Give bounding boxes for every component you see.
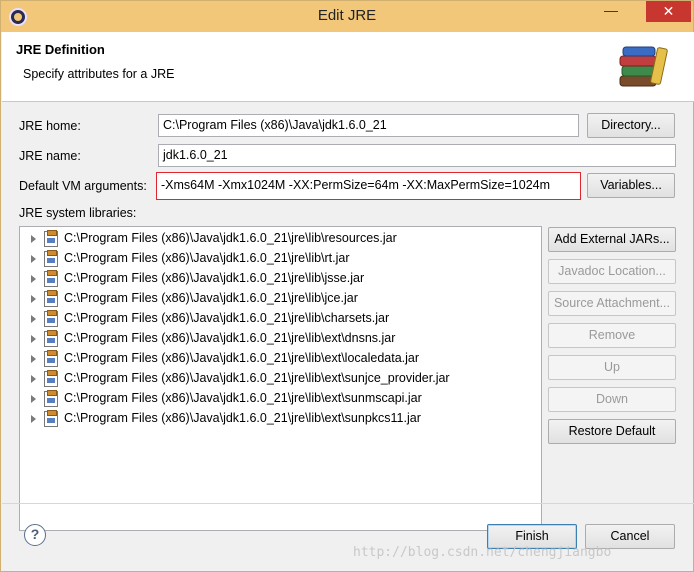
title-bar[interactable]: Edit JRE — ✕ xyxy=(1,1,693,32)
list-item[interactable]: C:\Program Files (x86)\Java\jdk1.6.0_21\… xyxy=(20,409,540,429)
library-path: C:\Program Files (x86)\Java\jdk1.6.0_21\… xyxy=(64,291,358,305)
source-attachment-button[interactable]: Source Attachment... xyxy=(548,291,676,316)
library-path: C:\Program Files (x86)\Java\jdk1.6.0_21\… xyxy=(64,271,365,285)
jar-file-icon xyxy=(44,310,58,327)
list-item[interactable]: C:\Program Files (x86)\Java\jdk1.6.0_21\… xyxy=(20,349,540,369)
jar-file-icon xyxy=(44,330,58,347)
library-books-icon xyxy=(619,46,668,87)
expand-arrow-icon[interactable] xyxy=(31,395,36,403)
vm-args-label: Default VM arguments: xyxy=(19,179,147,193)
expand-arrow-icon[interactable] xyxy=(31,415,36,423)
jre-home-label: JRE home: xyxy=(19,119,81,133)
footer-separator xyxy=(2,503,694,504)
library-path: C:\Program Files (x86)\Java\jdk1.6.0_21\… xyxy=(64,411,421,425)
jre-name-input[interactable]: jdk1.6.0_21 xyxy=(158,144,676,167)
library-path: C:\Program Files (x86)\Java\jdk1.6.0_21\… xyxy=(64,231,397,245)
library-path: C:\Program Files (x86)\Java\jdk1.6.0_21\… xyxy=(64,311,390,325)
expand-arrow-icon[interactable] xyxy=(31,295,36,303)
list-item[interactable]: C:\Program Files (x86)\Java\jdk1.6.0_21\… xyxy=(20,289,540,309)
library-path: C:\Program Files (x86)\Java\jdk1.6.0_21\… xyxy=(64,391,422,405)
add-external-jars-button[interactable]: Add External JARs... xyxy=(548,227,676,252)
jar-file-icon xyxy=(44,370,58,387)
jar-file-icon xyxy=(44,350,58,367)
expand-arrow-icon[interactable] xyxy=(31,375,36,383)
header-title: JRE Definition xyxy=(16,42,105,57)
list-item[interactable]: C:\Program Files (x86)\Java\jdk1.6.0_21\… xyxy=(20,309,540,329)
jar-file-icon xyxy=(44,230,58,247)
list-item[interactable]: C:\Program Files (x86)\Java\jdk1.6.0_21\… xyxy=(20,249,540,269)
variables-button[interactable]: Variables... xyxy=(587,173,675,198)
list-item[interactable]: C:\Program Files (x86)\Java\jdk1.6.0_21\… xyxy=(20,389,540,409)
close-button[interactable]: ✕ xyxy=(646,1,691,22)
edit-jre-dialog: Edit JRE — ✕ JRE Definition Specify attr… xyxy=(0,0,694,572)
expand-arrow-icon[interactable] xyxy=(31,275,36,283)
watermark-text: http://blog.csdn.net/chengjiangbo xyxy=(353,545,612,560)
libraries-tree[interactable]: C:\Program Files (x86)\Java\jdk1.6.0_21\… xyxy=(19,226,542,531)
library-path: C:\Program Files (x86)\Java\jdk1.6.0_21\… xyxy=(64,251,350,265)
expand-arrow-icon[interactable] xyxy=(31,355,36,363)
directory-button[interactable]: Directory... xyxy=(587,113,675,138)
expand-arrow-icon[interactable] xyxy=(31,335,36,343)
expand-arrow-icon[interactable] xyxy=(31,235,36,243)
restore-default-button[interactable]: Restore Default xyxy=(548,419,676,444)
list-item[interactable]: C:\Program Files (x86)\Java\jdk1.6.0_21\… xyxy=(20,369,540,389)
libraries-label: JRE system libraries: xyxy=(19,206,137,220)
jar-file-icon xyxy=(44,390,58,407)
jar-file-icon xyxy=(44,250,58,267)
library-path: C:\Program Files (x86)\Java\jdk1.6.0_21\… xyxy=(64,371,450,385)
minimize-button[interactable]: — xyxy=(598,1,624,23)
vm-args-input[interactable]: -Xms64M -Xmx1024M -XX:PermSize=64m -XX:M… xyxy=(156,172,581,200)
down-button[interactable]: Down xyxy=(548,387,676,412)
window-title: Edit JRE xyxy=(317,7,377,24)
list-item[interactable]: C:\Program Files (x86)\Java\jdk1.6.0_21\… xyxy=(20,269,540,289)
list-item[interactable]: C:\Program Files (x86)\Java\jdk1.6.0_21\… xyxy=(20,229,540,249)
javadoc-location-button[interactable]: Javadoc Location... xyxy=(548,259,676,284)
header-subtitle: Specify attributes for a JRE xyxy=(23,67,175,81)
jar-file-icon xyxy=(44,270,58,287)
remove-button[interactable]: Remove xyxy=(548,323,676,348)
jar-file-icon xyxy=(44,410,58,427)
expand-arrow-icon[interactable] xyxy=(31,315,36,323)
library-path: C:\Program Files (x86)\Java\jdk1.6.0_21\… xyxy=(64,351,420,365)
dialog-header: JRE Definition Specify attributes for a … xyxy=(2,32,694,102)
list-item[interactable]: C:\Program Files (x86)\Java\jdk1.6.0_21\… xyxy=(20,329,540,349)
jre-name-label: JRE name: xyxy=(19,149,81,163)
library-path: C:\Program Files (x86)\Java\jdk1.6.0_21\… xyxy=(64,331,396,345)
jre-home-input[interactable]: C:\Program Files (x86)\Java\jdk1.6.0_21 xyxy=(158,114,579,137)
expand-arrow-icon[interactable] xyxy=(31,255,36,263)
help-icon[interactable]: ? xyxy=(24,524,46,546)
jar-file-icon xyxy=(44,290,58,307)
up-button[interactable]: Up xyxy=(548,355,676,380)
